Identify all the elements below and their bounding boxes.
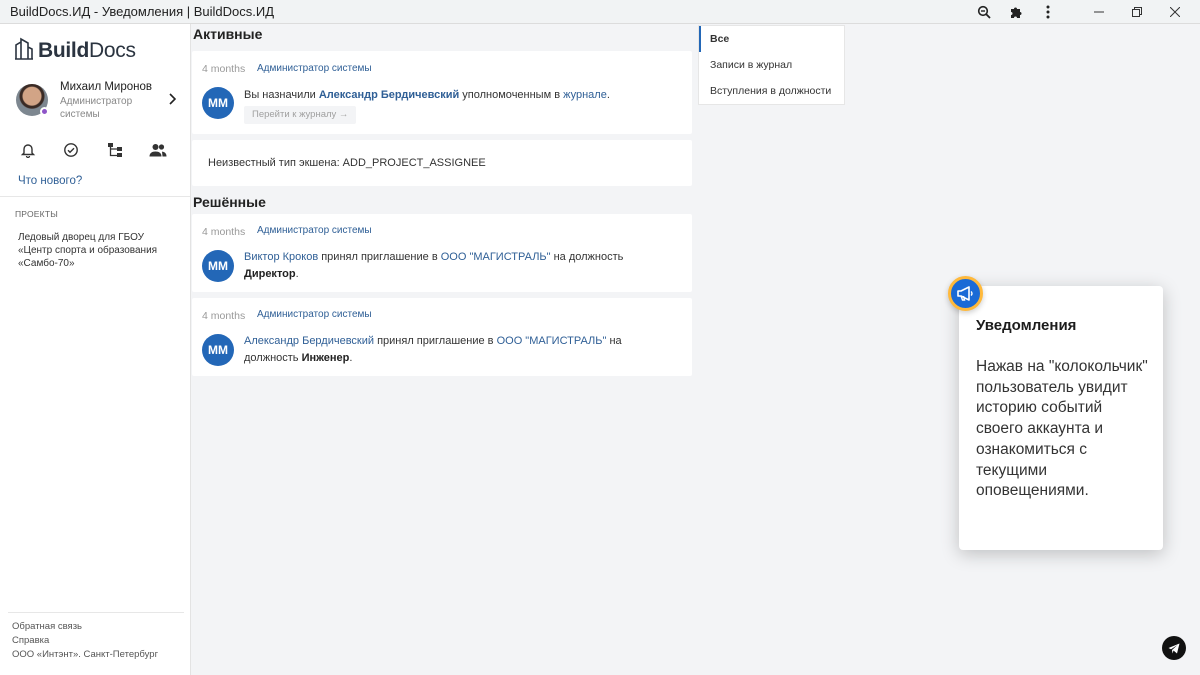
sender-avatar: ММ — [202, 250, 234, 282]
close-icon[interactable] — [1156, 0, 1194, 24]
org-link[interactable]: ООО "МАГИСТРАЛЬ" — [497, 335, 607, 347]
megaphone-icon — [948, 276, 983, 311]
zoom-out-icon[interactable] — [968, 0, 1000, 24]
notification-filter-list: Все Записи в журнал Вступления в должнос… — [698, 25, 845, 105]
filter-position-entries[interactable]: Вступления в должности — [699, 78, 844, 104]
section-title-resolved: Решённые — [193, 194, 266, 210]
help-link[interactable]: Справка — [12, 635, 49, 646]
logo-icon — [14, 36, 34, 65]
divider — [0, 196, 190, 197]
person-link[interactable]: Александр Бердичевский — [319, 89, 459, 101]
check-circle-icon[interactable] — [61, 140, 81, 160]
company-info: ООО «Интэнт». Санкт-Петербург — [12, 649, 159, 660]
bell-icon[interactable] — [18, 140, 38, 160]
user-profile[interactable]: Михаил Миронов Администратор системы — [16, 80, 177, 120]
whats-new-link[interactable]: Что нового? — [18, 175, 82, 187]
sender-avatar: ММ — [202, 334, 234, 366]
notification-card: Неизвестный тип экшена: ADD_PROJECT_ASSI… — [192, 140, 692, 186]
notification-time: 4 months — [202, 63, 246, 75]
status-dot — [40, 107, 49, 116]
journal-link[interactable]: журнале — [563, 89, 607, 101]
notification-message: Александр Бердичевский принял приглашени… — [244, 335, 622, 364]
avatar — [16, 84, 49, 116]
window-title: BuildDocs.ИД - Уведомления | BuildDocs.И… — [10, 4, 275, 19]
onboarding-tooltip: Уведомления Нажав на "колокольчик" польз… — [959, 286, 1163, 550]
notification-time: 4 months — [202, 310, 246, 322]
restore-icon[interactable] — [1118, 0, 1156, 24]
sender-avatar: ММ — [202, 87, 234, 119]
org-link[interactable]: ООО "МАГИСТРАЛЬ" — [441, 251, 551, 263]
person-link[interactable]: Виктор Кроков — [244, 251, 318, 263]
notification-sender[interactable]: Администратор системы — [257, 225, 372, 236]
notification-card: 4 months Администратор системы ММ Вы наз… — [192, 51, 692, 134]
divider — [8, 612, 184, 613]
notification-sender[interactable]: Администратор системы — [257, 63, 372, 74]
tooltip-title: Уведомления — [976, 317, 1077, 334]
org-chart-icon[interactable] — [105, 140, 125, 160]
notification-card: 4 months Администратор системы ММ Виктор… — [192, 214, 692, 292]
goto-journal-button[interactable]: Перейти к журналу → — [244, 106, 357, 124]
filter-journal-entries[interactable]: Записи в журнал — [699, 52, 844, 78]
user-role: Администратор системы — [60, 95, 133, 120]
people-icon[interactable] — [148, 140, 168, 160]
user-name: Михаил Миронов — [60, 80, 152, 93]
minimize-icon[interactable] — [1080, 0, 1118, 24]
sidebar: BuildDocs Михаил Миронов Администратор с… — [0, 24, 191, 675]
sidebar-nav-icons — [18, 140, 168, 160]
project-item[interactable]: Ледовый дворец для ГБОУ «Центр спорта и … — [18, 231, 178, 270]
puzzle-icon[interactable] — [1000, 0, 1032, 24]
notification-message: Вы назначили Александр Бердичевский упол… — [244, 89, 610, 101]
telegram-icon[interactable] — [1162, 636, 1186, 660]
kebab-menu-icon[interactable] — [1032, 0, 1064, 24]
notification-sender[interactable]: Администратор системы — [257, 309, 372, 320]
notification-card: 4 months Администратор системы ММ Алекса… — [192, 298, 692, 376]
unknown-action-text: Неизвестный тип экшена: ADD_PROJECT_ASSI… — [208, 157, 486, 169]
projects-heading: ПРОЕКТЫ — [15, 209, 58, 219]
notification-time: 4 months — [202, 226, 246, 238]
logo[interactable]: BuildDocs — [14, 36, 136, 65]
feedback-link[interactable]: Обратная связь — [12, 621, 82, 632]
window-title-bar: BuildDocs.ИД - Уведомления | BuildDocs.И… — [0, 0, 1200, 24]
person-link[interactable]: Александр Бердичевский — [244, 335, 374, 347]
chevron-right-icon[interactable] — [168, 92, 177, 108]
notification-message: Виктор Кроков принял приглашение в ООО "… — [244, 251, 624, 280]
section-title-active: Активные — [193, 26, 263, 42]
logo-text: BuildDocs — [38, 38, 136, 62]
filter-all[interactable]: Все — [699, 26, 844, 52]
tooltip-body: Нажав на "колокольчик" пользователь увид… — [976, 358, 1148, 500]
